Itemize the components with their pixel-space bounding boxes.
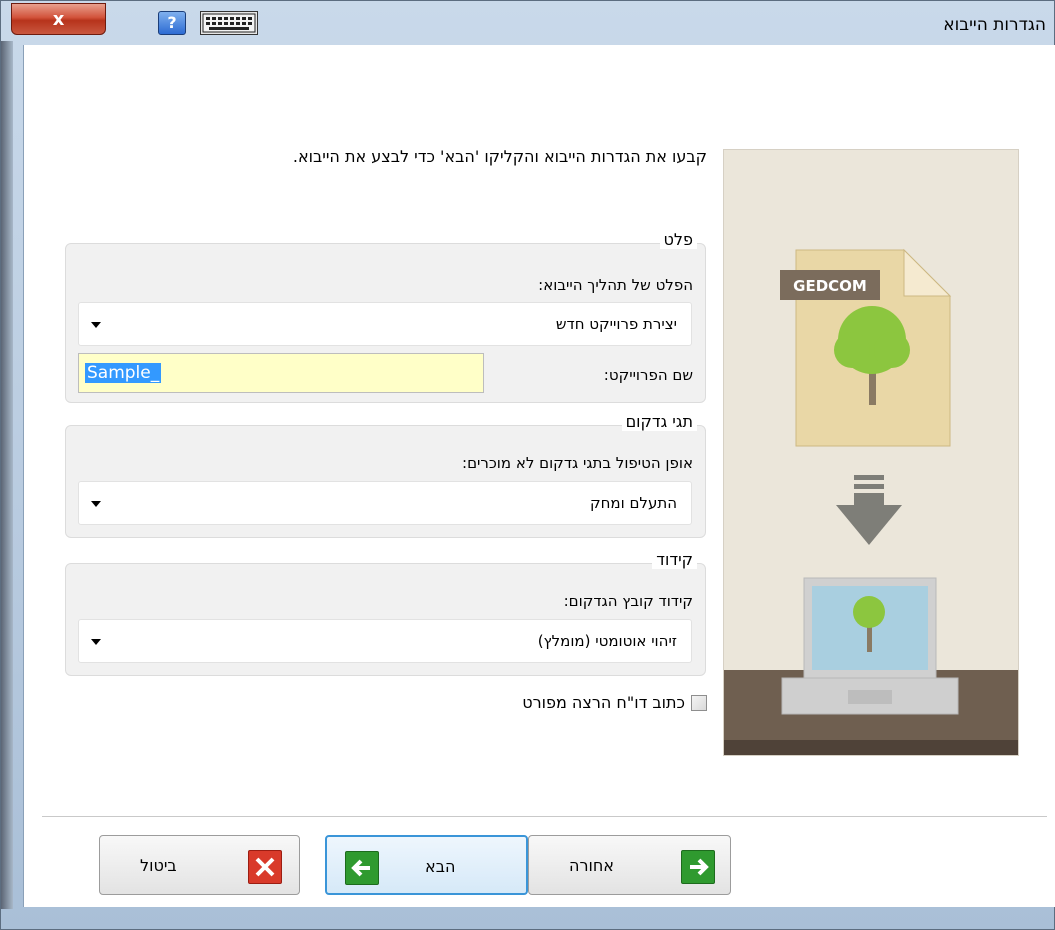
detailed-report-row[interactable]: כתוב דו"ח הרצה מפורט [522, 693, 707, 712]
back-button[interactable]: אחורה [528, 835, 731, 895]
unknown-tags-label: אופן הטיפול בתגי גדקום לא מוכרים: [462, 454, 693, 472]
encoding-group-title: קידוד [652, 550, 697, 569]
arrow-right-icon [681, 850, 715, 884]
intro-text: קבעו את הגדרות הייבוא והקליקו 'הבא' כדי … [292, 147, 707, 166]
close-icon [248, 850, 282, 884]
gedcom-tags-group-title: תגי גדקום [621, 412, 697, 431]
next-label: הבא [425, 857, 456, 876]
detailed-report-label: כתוב דו"ח הרצה מפורט [522, 693, 685, 712]
chevron-down-icon [91, 639, 101, 645]
encoding-value: זיהוי אוטומטי (מומלץ) [537, 632, 677, 650]
laptop-icon [781, 577, 959, 715]
detailed-report-checkbox[interactable] [691, 694, 707, 711]
keyboard-icon [202, 13, 256, 33]
cancel-label: ביטול [140, 856, 177, 875]
output-group-title: פלט [659, 230, 697, 249]
gedcom-tags-group: תגי גדקום אופן הטיפול בתגי גדקום לא מוכר… [65, 412, 706, 538]
gedcom-to-laptop-illustration: GEDCOM [724, 150, 1018, 755]
encoding-select[interactable]: זיהוי אוטומטי (מומלץ) [78, 619, 692, 663]
close-button[interactable]: x [11, 3, 106, 35]
output-process-select[interactable]: יצירת פרוייקט חדש [78, 302, 692, 346]
keyboard-button[interactable] [200, 11, 258, 35]
next-button[interactable]: הבא [325, 835, 528, 895]
import-settings-window: x ? הגדרות הייבוא קבעו את הגדרות הייבוא … [0, 0, 1055, 930]
chevron-down-icon [91, 322, 101, 328]
arrow-left-icon [345, 851, 379, 885]
project-name-value: Sample_ [85, 363, 162, 383]
project-name-input[interactable]: Sample_ [78, 353, 484, 393]
output-process-value: יצירת פרוייקט חדש [555, 315, 677, 333]
gedcom-badge: GEDCOM [793, 277, 867, 295]
back-label: אחורה [569, 856, 614, 875]
gedcom-import-illustration: GEDCOM [723, 149, 1019, 756]
output-process-label: הפלט של תהליך הייבוא: [538, 276, 693, 294]
window-title: הגדרות הייבוא [943, 15, 1046, 35]
project-name-label: שם הפרוייקט: [603, 366, 693, 384]
footer-separator [42, 816, 1047, 817]
window-frame-edge [1, 41, 13, 909]
unknown-tags-value: התעלם ומחק [589, 494, 677, 512]
cancel-button[interactable]: ביטול [99, 835, 300, 895]
help-button[interactable]: ? [158, 11, 186, 35]
encoding-label: קידוד קובץ הגדקום: [563, 592, 693, 610]
unknown-tags-select[interactable]: התעלם ומחק [78, 481, 692, 525]
chevron-down-icon [91, 501, 101, 507]
encoding-group: קידוד קידוד קובץ הגדקום: זיהוי אוטומטי (… [65, 550, 706, 676]
title-bar: x ? הגדרות הייבוא [1, 1, 1054, 41]
